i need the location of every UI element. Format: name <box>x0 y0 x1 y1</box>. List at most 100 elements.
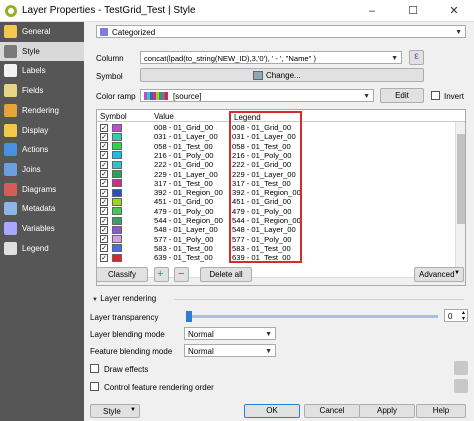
category-value[interactable]: 639 - 01_Test_00 <box>154 253 213 262</box>
add-category-button[interactable]: + <box>154 267 169 282</box>
sidebar-item-joins[interactable]: Joins <box>0 160 84 179</box>
help-button[interactable]: Help <box>416 404 466 418</box>
row-visibility-checkbox[interactable]: ✓ <box>100 225 108 234</box>
category-value[interactable]: 577 - 01_Poly_00 <box>154 235 214 244</box>
sidebar-item-diagrams[interactable]: Diagrams <box>0 180 84 199</box>
renderer-type-value: Categorized <box>112 28 156 37</box>
display-icon <box>4 123 17 137</box>
row-visibility-checkbox[interactable]: ✓ <box>100 216 108 225</box>
minimize-button[interactable]: – <box>352 0 392 22</box>
draw-effects-checkbox[interactable] <box>90 364 99 373</box>
row-visibility-checkbox[interactable]: ✓ <box>100 207 108 216</box>
category-value[interactable]: 392 - 01_Region_00 <box>154 188 223 197</box>
spin-arrows-icon[interactable]: ▲ ▼ <box>461 310 466 322</box>
sidebar-item-legend[interactable]: Legend <box>0 239 84 258</box>
feature-blending-label: Feature blending mode <box>90 347 173 356</box>
sidebar-item-general[interactable]: General <box>0 22 84 41</box>
invert-checkbox[interactable] <box>431 91 440 100</box>
transparency-spinbox[interactable]: 0 ▲ ▼ <box>444 309 468 322</box>
cancel-button[interactable]: Cancel <box>304 404 360 418</box>
layer-blending-combo[interactable]: Normal ▼ <box>184 327 276 340</box>
table-horizontal-scrollbar[interactable] <box>97 277 457 285</box>
sidebar-item-labels[interactable]: Labels <box>0 61 84 80</box>
table-vertical-scrollbar[interactable] <box>455 122 465 285</box>
sidebar-item-label: Metadata <box>22 204 56 214</box>
layer-rendering-header[interactable]: ▼ Layer rendering <box>92 294 156 303</box>
row-visibility-checkbox[interactable]: ✓ <box>100 179 108 188</box>
row-visibility-checkbox[interactable]: ✓ <box>100 160 108 169</box>
category-symbol-swatch[interactable] <box>112 151 122 160</box>
category-symbol-swatch[interactable] <box>112 197 122 206</box>
row-visibility-checkbox[interactable]: ✓ <box>100 123 108 132</box>
effects-star-icon[interactable] <box>454 361 468 375</box>
category-value[interactable]: 548 - 01_Layer_00 <box>154 225 218 234</box>
row-visibility-checkbox[interactable]: ✓ <box>100 151 108 160</box>
apply-button[interactable]: Apply <box>359 404 415 418</box>
color-ramp-combo[interactable]: [source] ▼ <box>140 89 374 102</box>
symbol-change-button[interactable]: Change... <box>140 68 424 82</box>
category-symbol-swatch[interactable] <box>112 244 122 253</box>
edit-ramp-button[interactable]: Edit <box>380 88 424 103</box>
transparency-slider[interactable] <box>188 315 438 318</box>
column-combo[interactable]: concat(lpad(to_string(NEW_ID),3,'0'), ' … <box>140 51 402 64</box>
category-value[interactable]: 229 - 01_Layer_00 <box>154 170 218 179</box>
advanced-button[interactable]: Advanced ▼ <box>414 267 464 282</box>
symbol-preview <box>253 71 263 80</box>
sidebar-item-variables[interactable]: Variables <box>0 219 84 238</box>
category-value[interactable]: 583 - 01_Test_00 <box>154 244 213 253</box>
category-symbol-swatch[interactable] <box>112 132 122 141</box>
row-visibility-checkbox[interactable]: ✓ <box>100 142 108 151</box>
row-visibility-checkbox[interactable]: ✓ <box>100 235 108 244</box>
category-symbol-swatch[interactable] <box>112 235 122 244</box>
category-symbol-swatch[interactable] <box>112 160 122 169</box>
delete-all-button[interactable]: Delete all <box>200 267 252 282</box>
column-value: concat(lpad(to_string(NEW_ID),3,'0'), ' … <box>144 54 316 63</box>
sidebar-item-style[interactable]: Style <box>0 41 84 61</box>
category-symbol-swatch[interactable] <box>112 216 122 225</box>
expression-button[interactable]: ε <box>409 50 424 65</box>
category-symbol-swatch[interactable] <box>112 188 122 197</box>
sidebar-item-display[interactable]: Display <box>0 121 84 140</box>
row-visibility-checkbox[interactable]: ✓ <box>100 188 108 197</box>
ok-button[interactable]: OK <box>244 404 300 418</box>
category-value[interactable]: 031 - 01_Layer_00 <box>154 132 218 141</box>
sort-order-icon[interactable] <box>454 379 468 393</box>
maximize-button[interactable]: ☐ <box>393 0 433 22</box>
sidebar-item-fields[interactable]: Fields <box>0 81 84 100</box>
sidebar-item-actions[interactable]: Actions <box>0 140 84 159</box>
category-symbol-swatch[interactable] <box>112 123 122 132</box>
category-value[interactable]: 317 - 01_Test_00 <box>154 179 213 188</box>
category-value[interactable]: 451 - 01_Grid_00 <box>154 197 213 206</box>
control-order-checkbox[interactable] <box>90 382 99 391</box>
category-symbol-swatch[interactable] <box>112 253 122 262</box>
category-symbol-swatch[interactable] <box>112 179 122 188</box>
transparency-slider-handle[interactable] <box>186 311 192 322</box>
renderer-type-combo[interactable]: Categorized ▼ <box>96 25 466 38</box>
category-value[interactable]: 216 - 01_Poly_00 <box>154 151 214 160</box>
scrollbar-thumb[interactable] <box>457 134 465 224</box>
header-value: Value <box>154 112 174 121</box>
close-button[interactable]: ✕ <box>434 0 474 22</box>
category-value[interactable]: 058 - 01_Test_00 <box>154 142 213 151</box>
sidebar-item-metadata[interactable]: Metadata <box>0 199 84 218</box>
row-visibility-checkbox[interactable]: ✓ <box>100 170 108 178</box>
category-symbol-swatch[interactable] <box>112 207 122 216</box>
delete-category-button[interactable]: − <box>174 267 189 282</box>
classify-button[interactable]: Classify <box>96 267 148 282</box>
row-visibility-checkbox[interactable]: ✓ <box>100 253 108 262</box>
sidebar-item-rendering[interactable]: Rendering <box>0 101 84 120</box>
category-value[interactable]: 008 - 01_Grid_00 <box>154 123 213 132</box>
category-symbol-swatch[interactable] <box>112 225 122 234</box>
categories-table[interactable]: Symbol Value Legend ✓ 008 - 01_Grid_00 008… <box>96 109 466 286</box>
row-visibility-checkbox[interactable]: ✓ <box>100 132 108 141</box>
category-value[interactable]: 479 - 01_Poly_00 <box>154 207 214 216</box>
row-visibility-checkbox[interactable]: ✓ <box>100 244 108 253</box>
feature-blending-combo[interactable]: Normal ▼ <box>184 344 276 357</box>
row-visibility-checkbox[interactable]: ✓ <box>100 197 108 206</box>
category-symbol-swatch[interactable] <box>112 142 122 151</box>
category-symbol-swatch[interactable] <box>112 170 122 178</box>
style-menu-button[interactable]: Style ▼ <box>90 404 140 418</box>
category-value[interactable]: 544 - 01_Region_00 <box>154 216 223 225</box>
category-value[interactable]: 222 - 01_Grid_00 <box>154 160 213 169</box>
variables-icon <box>4 222 17 235</box>
